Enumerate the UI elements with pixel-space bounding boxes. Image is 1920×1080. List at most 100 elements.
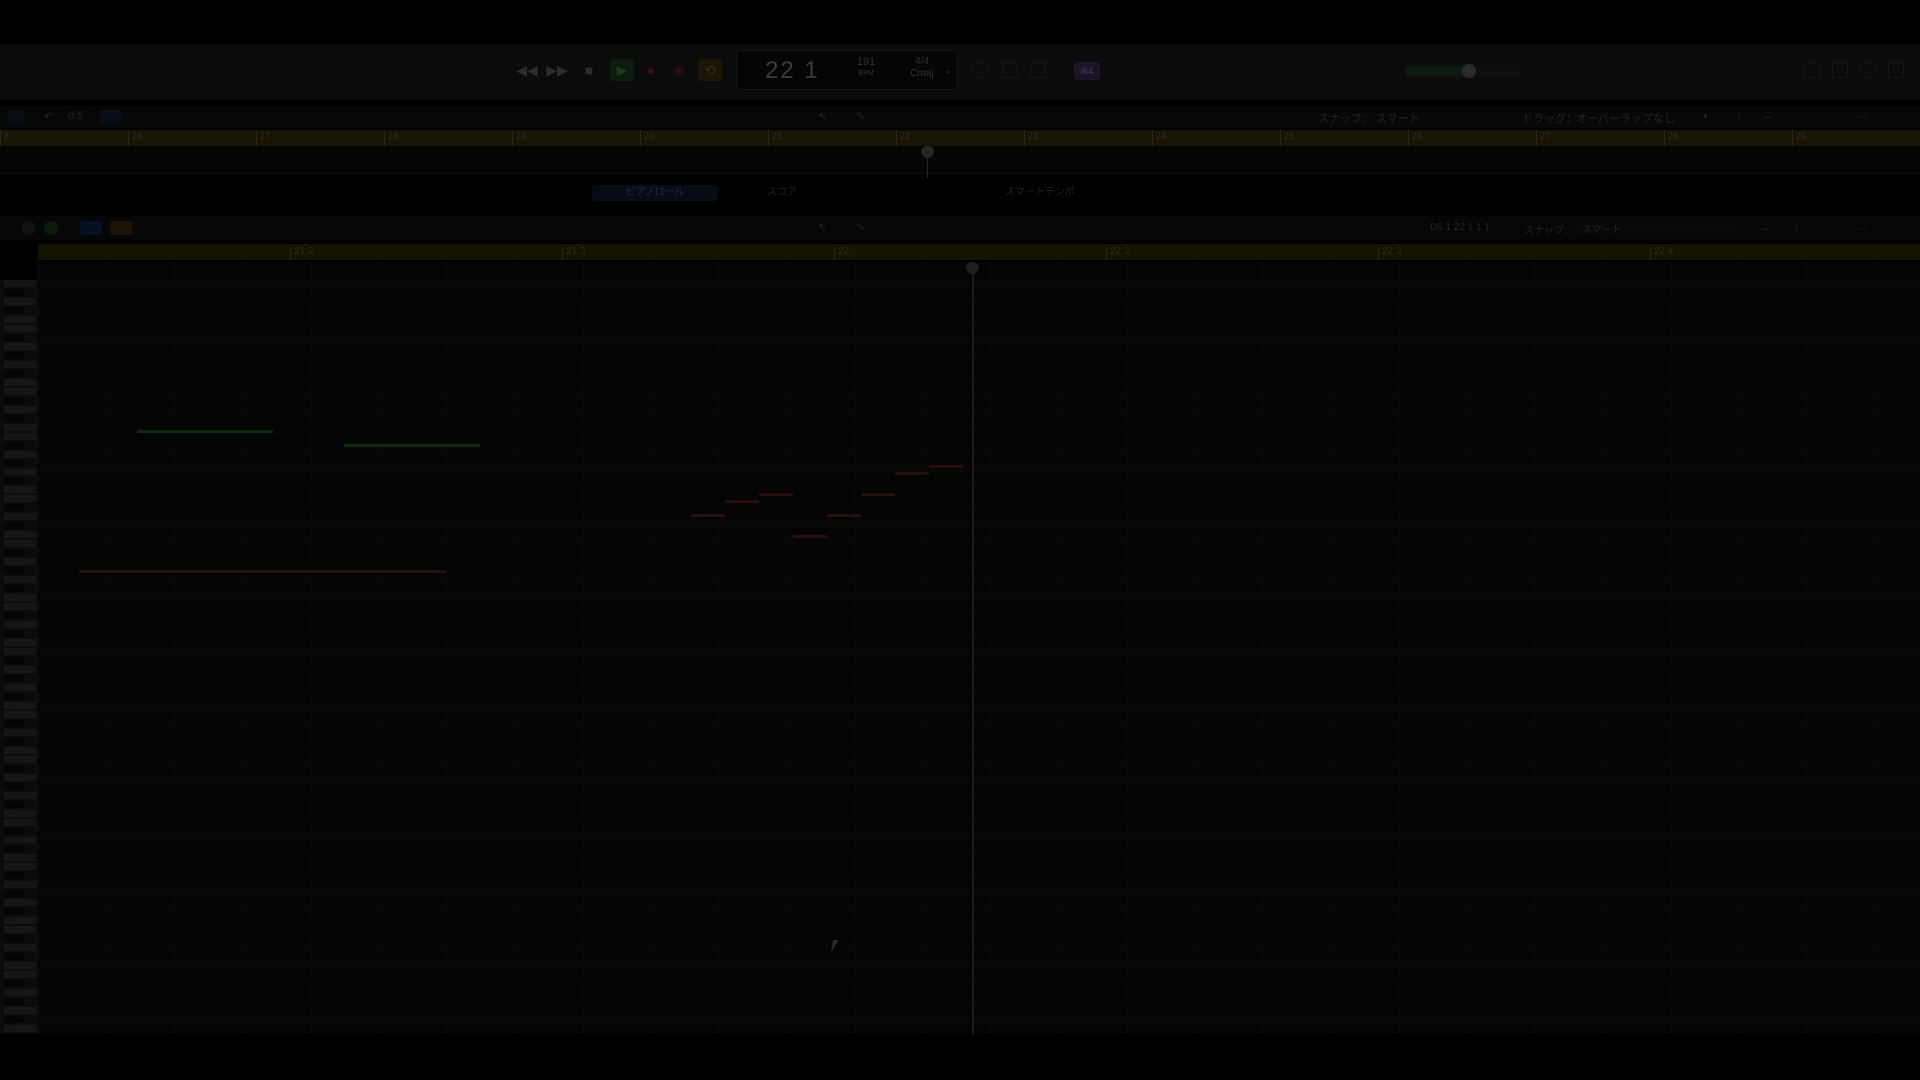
- midi-note[interactable]: [793, 535, 827, 538]
- tuner-icon[interactable]: [1002, 62, 1018, 78]
- piano-keyboard[interactable]: C6 C5 C4 C3 C2 C1 C0: [0, 280, 38, 1034]
- black-key[interactable]: [4, 657, 24, 664]
- black-key[interactable]: [4, 522, 24, 530]
- black-key[interactable]: [4, 441, 24, 449]
- midi-note[interactable]: [895, 472, 929, 475]
- black-key[interactable]: [4, 351, 24, 359]
- white-key[interactable]: [4, 746, 36, 754]
- black-key[interactable]: [4, 288, 24, 296]
- horizontal-zoom-icon[interactable]: ↔: [1762, 110, 1773, 122]
- midi-in-icon[interactable]: [44, 221, 58, 235]
- white-key[interactable]: [4, 755, 36, 763]
- cycle-button[interactable]: ⟲: [698, 59, 722, 81]
- lcd-display[interactable]: 22 1 191 BPM 4/4 Cmaj ⌄: [736, 50, 958, 90]
- more-icon[interactable]: ⋯: [1856, 110, 1867, 123]
- white-key[interactable]: [4, 728, 36, 736]
- tuning-fork-icon[interactable]: [1106, 62, 1122, 78]
- white-key[interactable]: [4, 531, 36, 539]
- white-key[interactable]: [4, 665, 36, 673]
- tab-piano-roll[interactable]: ピアノロール: [592, 185, 718, 201]
- waveform-zoom-icon[interactable]: ◖: [1702, 110, 1709, 122]
- white-key[interactable]: [4, 881, 36, 889]
- white-key[interactable]: [4, 432, 36, 440]
- midi-note[interactable]: [79, 570, 446, 573]
- white-key[interactable]: [4, 621, 36, 629]
- white-key[interactable]: [4, 1007, 36, 1015]
- black-key[interactable]: [4, 890, 24, 898]
- midi-note[interactable]: [725, 500, 759, 503]
- midi-note[interactable]: [827, 514, 861, 517]
- midi-note[interactable]: [344, 444, 480, 447]
- black-key[interactable]: [4, 998, 24, 1006]
- tracks-counter[interactable]: 0.5: [68, 110, 83, 122]
- white-key[interactable]: [4, 297, 36, 305]
- white-key[interactable]: [4, 513, 36, 521]
- editor-zoom-icon[interactable]: ↔: [1760, 222, 1771, 234]
- volume-knob[interactable]: [1462, 64, 1476, 78]
- black-key[interactable]: [4, 549, 24, 557]
- midi-note[interactable]: [759, 493, 793, 496]
- white-key[interactable]: [4, 576, 36, 584]
- white-key[interactable]: [4, 315, 36, 323]
- master-volume-slider[interactable]: [1405, 64, 1522, 78]
- white-key[interactable]: [4, 791, 36, 799]
- black-key[interactable]: [4, 414, 24, 422]
- white-key[interactable]: [4, 450, 36, 458]
- midi-note[interactable]: [861, 493, 895, 496]
- editor-ruler[interactable]: 21 2 21 3 22 22 2 22 3 22 4: [38, 244, 1920, 260]
- notepad-icon[interactable]: [1832, 62, 1848, 78]
- link-icon[interactable]: [80, 221, 102, 235]
- play-button[interactable]: ▶: [610, 59, 634, 81]
- black-key[interactable]: [4, 567, 24, 575]
- black-key[interactable]: [4, 872, 24, 880]
- white-key[interactable]: [4, 648, 36, 655]
- piano-roll-grid[interactable]: [38, 262, 1920, 1043]
- tab-smart-tempo[interactable]: スマートテンポ: [990, 185, 1090, 201]
- editor-vzoom-icon[interactable]: ↕: [1794, 222, 1800, 234]
- library-icon[interactable]: [8, 110, 24, 124]
- midi-note[interactable]: [691, 514, 725, 517]
- white-key[interactable]: [4, 926, 36, 934]
- capture-record-icon[interactable]: ◉: [670, 59, 688, 81]
- snap-value[interactable]: スマート: [1376, 110, 1420, 126]
- white-key[interactable]: [4, 944, 36, 952]
- vertical-zoom-icon[interactable]: ↕: [1736, 110, 1742, 122]
- black-key[interactable]: [4, 612, 24, 620]
- white-key[interactable]: [4, 710, 36, 718]
- white-key[interactable]: [4, 280, 36, 287]
- tab-score[interactable]: スコア: [762, 185, 802, 201]
- black-key[interactable]: [4, 827, 24, 835]
- white-key[interactable]: [4, 899, 36, 907]
- list-editors-icon[interactable]: [1804, 62, 1820, 78]
- search-icon[interactable]: [1860, 62, 1876, 78]
- drag-value[interactable]: オーバーラップなし: [1576, 110, 1675, 126]
- white-key[interactable]: [4, 603, 36, 611]
- black-key[interactable]: [4, 396, 24, 404]
- black-key[interactable]: [4, 504, 24, 512]
- count-in-icon[interactable]: [1030, 62, 1046, 78]
- record-icon[interactable]: ●: [642, 59, 660, 81]
- white-key[interactable]: [4, 558, 36, 566]
- pencil-tool-icon[interactable]: ✎: [856, 110, 865, 123]
- fast-forward-icon[interactable]: ▶▶: [546, 59, 568, 81]
- white-key[interactable]: [4, 540, 36, 548]
- edit-arrow-icon[interactable]: ↶: [44, 110, 53, 123]
- midi-note[interactable]: [929, 465, 963, 468]
- rewind-icon[interactable]: ◀◀: [516, 59, 538, 81]
- browser-icon[interactable]: [1888, 62, 1904, 78]
- black-key[interactable]: [4, 719, 24, 727]
- black-key[interactable]: [4, 674, 24, 682]
- catch-playhead-icon[interactable]: [100, 110, 122, 124]
- editor-pointer-tool-icon[interactable]: ↖: [818, 221, 827, 234]
- white-key[interactable]: [4, 683, 36, 691]
- black-key[interactable]: [4, 306, 24, 314]
- white-key[interactable]: [4, 405, 36, 413]
- stop-icon[interactable]: ■: [580, 59, 598, 81]
- metronome-icon[interactable]: [972, 62, 988, 78]
- white-key[interactable]: [4, 836, 36, 844]
- black-key[interactable]: [4, 630, 24, 638]
- pointer-tool-icon[interactable]: ↖: [818, 110, 827, 123]
- editor-playhead[interactable]: [972, 262, 974, 1034]
- black-key[interactable]: [4, 845, 24, 853]
- white-key[interactable]: [4, 962, 36, 970]
